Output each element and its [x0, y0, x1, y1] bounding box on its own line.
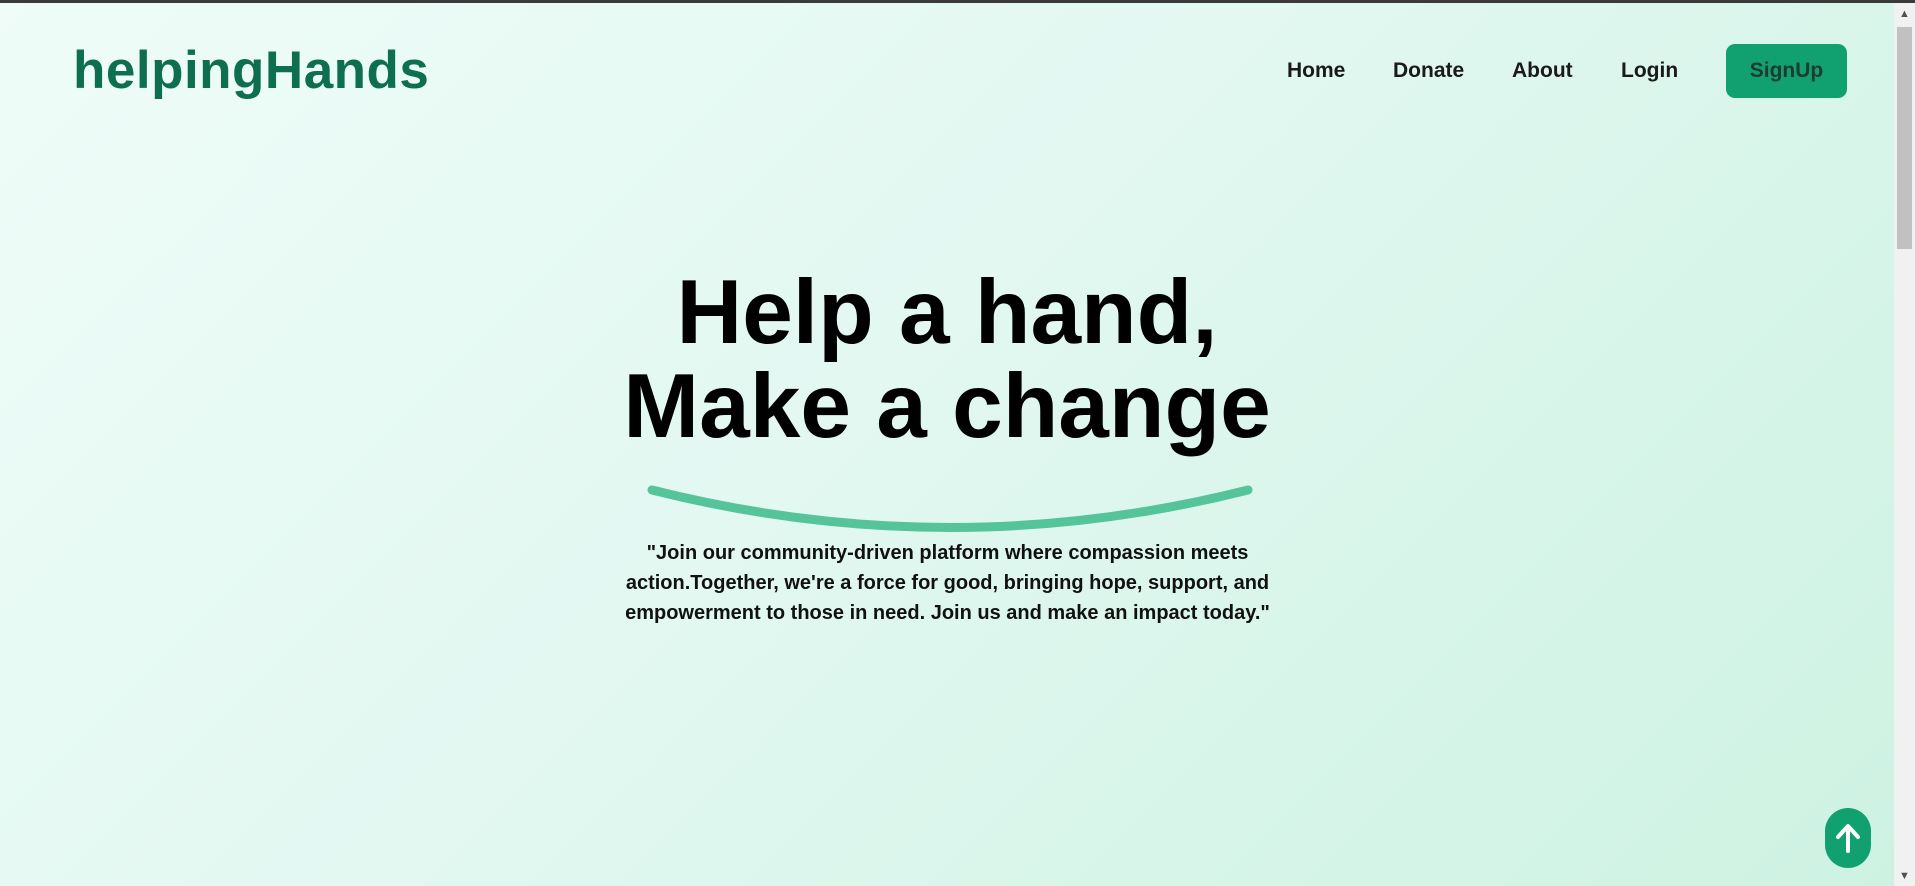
signup-button[interactable]: SignUp [1726, 44, 1847, 98]
scrollbar-thumb[interactable] [1897, 27, 1912, 249]
hero-title-line-1: Help a hand, [676, 262, 1218, 363]
nav-donate-link[interactable]: Donate [1393, 57, 1464, 85]
hero-title: Help a hand, Make a change [547, 266, 1347, 454]
back-to-top-button[interactable] [1825, 808, 1871, 868]
nav-about-link[interactable]: About [1512, 57, 1573, 85]
arrow-up-icon [1836, 824, 1860, 853]
nav-home-link[interactable]: Home [1287, 57, 1345, 85]
window-top-border [0, 0, 1915, 3]
brand-logo[interactable]: helpingHands [73, 38, 429, 104]
curve-underline [647, 485, 1253, 532]
scroll-down-arrow-icon[interactable]: ▼ [1894, 865, 1915, 886]
nav-login-link[interactable]: Login [1621, 57, 1678, 85]
vertical-scrollbar[interactable]: ▲ ▼ [1894, 3, 1915, 886]
hero-quote: "Join our community-driven platform wher… [625, 542, 1270, 624]
scroll-up-arrow-icon[interactable]: ▲ [1894, 3, 1915, 24]
hero-title-line-2: Make a change [623, 356, 1271, 457]
